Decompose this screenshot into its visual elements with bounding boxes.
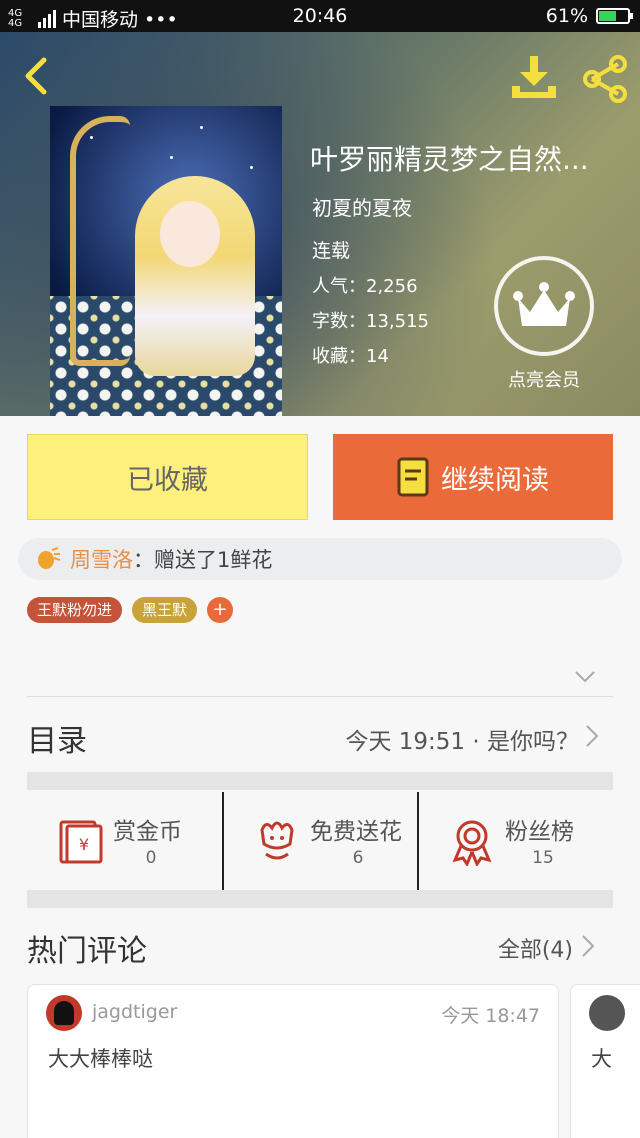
gift-text: ：赠送了1鲜花 <box>133 548 273 572</box>
all-comments-link[interactable]: 全部(4) <box>498 932 573 964</box>
avatar[interactable] <box>46 995 82 1031</box>
flower-smile-icon <box>260 821 294 860</box>
chevron-right-icon <box>586 725 599 747</box>
favorites-label: 收藏： <box>312 346 366 367</box>
popularity-label: 人气： <box>312 276 366 297</box>
status-bar: 4G 4G 中国移动 ••• 20:46 61% <box>0 0 640 32</box>
popularity-value: 2,256 <box>366 276 418 297</box>
free-flowers-count: 6 <box>352 848 364 868</box>
crown-icon <box>513 282 575 326</box>
share-icon[interactable] <box>580 54 630 104</box>
flower-icon <box>38 547 61 569</box>
word-count-label: 字数： <box>312 311 366 332</box>
fans-ranking-count: 15 <box>532 848 554 868</box>
latest-chapter: 今天 19:51 · 是你吗？ <box>345 729 579 755</box>
favorites-value: 14 <box>366 346 389 367</box>
svg-text:¥: ¥ <box>79 835 89 854</box>
favorited-label: 已收藏 <box>127 464 208 496</box>
battery-status: 61% <box>545 5 633 27</box>
avatar[interactable] <box>589 995 625 1031</box>
red-envelope-icon: ¥ <box>59 820 103 864</box>
popularity-stat: 人气：2,256 <box>312 272 418 298</box>
book-icon <box>397 457 429 497</box>
tag-item[interactable]: 王默粉勿进 <box>27 597 123 623</box>
comment-card[interactable]: jagdtiger 今天 18:47 大大棒棒哒 <box>27 984 559 1138</box>
download-icon[interactable] <box>508 52 560 102</box>
comment-text: 大大棒棒哒 <box>48 1047 153 1071</box>
comment-time: 今天 18:47 <box>441 1005 540 1027</box>
book-status: 连载 <box>312 240 351 262</box>
reward-coins-label: 赏金币 <box>113 819 182 845</box>
battery-icon <box>596 8 633 24</box>
hot-comments-title: 热门评论 <box>27 934 147 969</box>
continue-reading-label: 继续阅读 <box>441 464 549 496</box>
back-arrow-icon[interactable] <box>18 54 58 98</box>
comment-username[interactable]: jagdtiger <box>92 1001 177 1023</box>
book-header: 叶罗丽精灵梦之自然... 初夏的夏夜 连载 人气：2,256 字数：13,515… <box>0 32 640 416</box>
book-cover-image[interactable] <box>50 106 282 416</box>
comment-card[interactable]: 大 <box>570 984 640 1138</box>
table-of-contents-row[interactable]: 目录 今天 19:51 · 是你吗？ <box>27 696 613 776</box>
vip-label[interactable]: 点亮会员 <box>494 366 594 392</box>
toc-label: 目录 <box>27 724 87 759</box>
section-separator <box>27 772 613 790</box>
tag-item[interactable]: 黑王默 <box>132 597 198 623</box>
battery-percent: 61% <box>545 5 588 27</box>
continue-reading-button[interactable]: 继续阅读 <box>333 434 613 520</box>
award-ribbon-icon <box>452 820 492 866</box>
section-separator <box>27 890 613 908</box>
clock: 20:46 <box>292 5 348 27</box>
tag-list: 王默粉勿进 黑王默 + <box>27 597 234 623</box>
chevron-down-icon[interactable] <box>574 670 596 684</box>
reward-coins-button[interactable]: ¥ 赏金币 0 <box>27 792 222 890</box>
favorited-button[interactable]: 已收藏 <box>27 434 308 520</box>
favorites-stat: 收藏：14 <box>312 342 389 368</box>
vip-crown-button[interactable] <box>494 256 594 356</box>
chevron-right-icon[interactable] <box>581 934 595 958</box>
fans-ranking-label: 粉丝榜 <box>505 819 574 845</box>
free-flowers-button[interactable]: 免费送花 6 <box>222 792 417 890</box>
hot-comments-header: 热门评论 全部(4) <box>27 922 613 972</box>
comment-text: 大 <box>591 1047 612 1071</box>
fans-ranking-button[interactable]: 粉丝榜 15 <box>417 792 612 890</box>
word-count-stat: 字数：13,515 <box>312 307 429 333</box>
gift-notice: 周雪洛 ：赠送了1鲜花 <box>18 538 622 580</box>
rewards-row: ¥ 赏金币 0 免费送花 6 粉丝榜 15 <box>27 792 613 890</box>
reward-coins-count: 0 <box>145 848 157 868</box>
add-tag-button[interactable]: + <box>207 597 234 623</box>
book-author[interactable]: 初夏的夏夜 <box>312 192 412 221</box>
book-title: 叶罗丽精灵梦之自然... <box>310 143 589 176</box>
word-count-value: 13,515 <box>366 311 429 332</box>
free-flowers-label: 免费送花 <box>310 819 402 845</box>
gift-sender[interactable]: 周雪洛 <box>70 544 133 574</box>
